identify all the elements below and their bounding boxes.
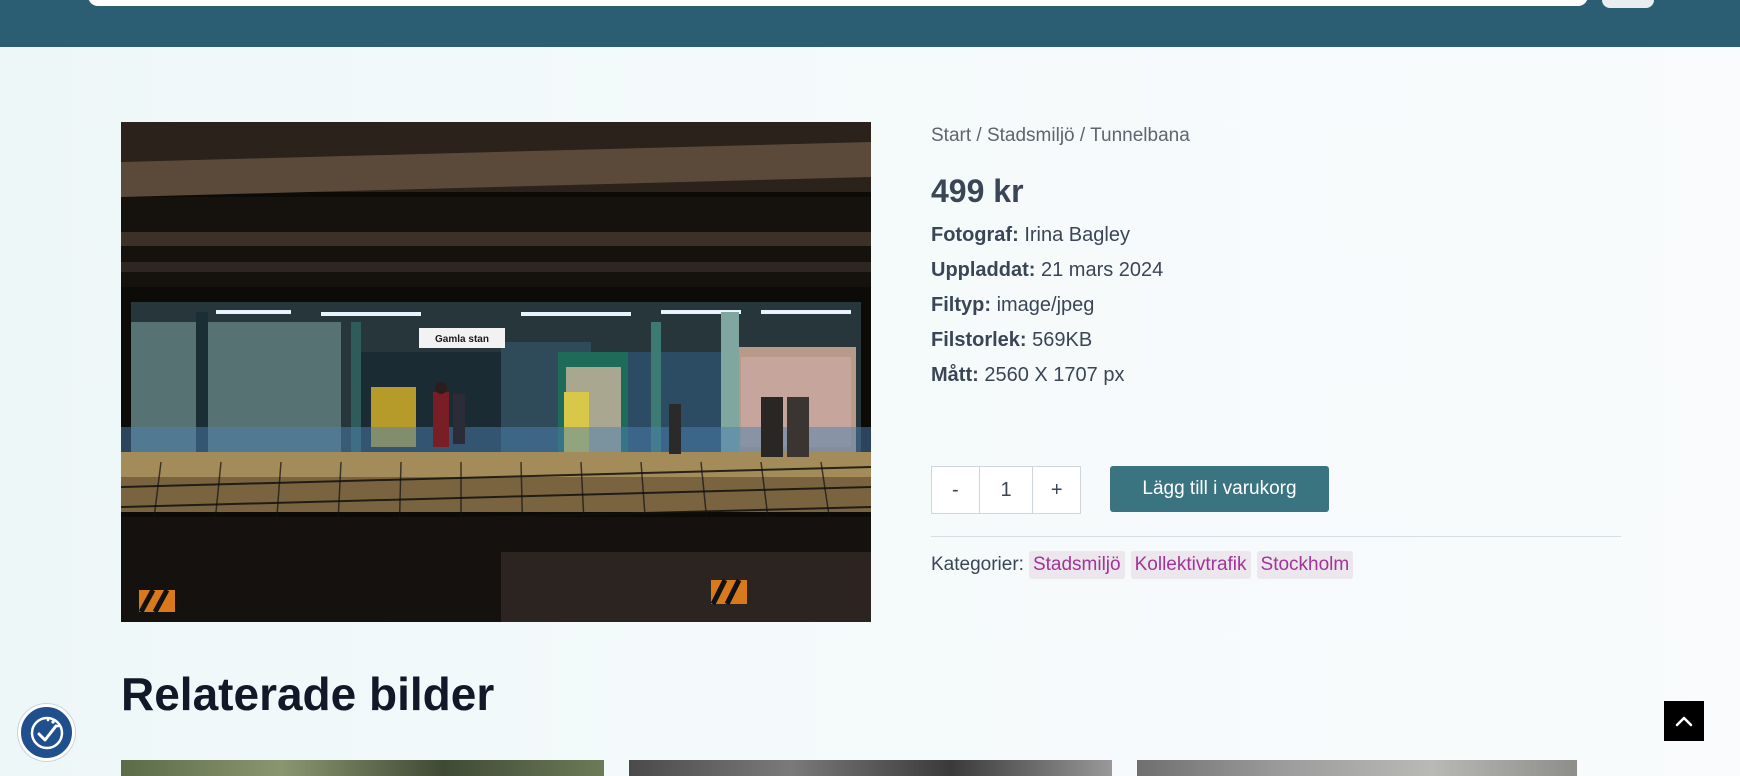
add-to-cart-button[interactable]: Lägg till i varukorg <box>1110 466 1329 512</box>
quantity-decrease-button[interactable]: - <box>932 467 979 513</box>
accessibility-button[interactable] <box>18 704 75 761</box>
related-images-title: Relaterade bilder <box>121 668 495 720</box>
quantity-input[interactable]: 1 <box>978 467 1034 513</box>
divider <box>931 536 1621 537</box>
quantity-stepper: - 1 + <box>931 466 1081 514</box>
product-info: Start / Stadsmiljö / Tunnelbana 499 kr F… <box>931 125 1621 393</box>
breadcrumb-tunnelbana: Tunnelbana <box>1090 125 1190 146</box>
related-image-thumbnail[interactable] <box>121 760 604 776</box>
meta-dimensions: Mått: 2560 X 1707 px <box>931 364 1125 386</box>
related-image-thumbnail[interactable] <box>629 760 1112 776</box>
meta-filesize: Filstorlek: 569KB <box>931 329 1093 351</box>
categories-label: Kategorier: <box>931 554 1024 575</box>
chevron-up-icon <box>1675 716 1693 727</box>
site-header <box>0 0 1740 47</box>
breadcrumb-stadsmiljo[interactable]: Stadsmiljö <box>987 125 1075 146</box>
breadcrumb-separator: / <box>1079 125 1086 146</box>
accessibility-icon <box>30 716 63 749</box>
category-tag-stockholm[interactable]: Stockholm <box>1256 551 1354 579</box>
category-tag-stadsmiljo[interactable]: Stadsmiljö <box>1028 551 1125 579</box>
breadcrumb-start[interactable]: Start <box>931 125 971 146</box>
search-input[interactable] <box>88 0 1588 6</box>
meta-photographer: Fotograf: Irina Bagley <box>931 224 1130 246</box>
product-price: 499 kr <box>931 173 1024 209</box>
product-image: Gamla stan <box>121 122 871 622</box>
product-meta: Fotograf: Irina Bagley Uppladdat: 21 mar… <box>931 218 1621 393</box>
search-button[interactable] <box>1602 0 1654 8</box>
scroll-to-top-button[interactable] <box>1664 701 1704 741</box>
categories: Kategorier: Stadsmiljö Kollektivtrafik S… <box>931 551 1359 579</box>
related-image-thumbnail[interactable] <box>1137 760 1577 776</box>
station-sign: Gamla stan <box>435 334 489 345</box>
breadcrumb-separator: / <box>976 125 982 146</box>
category-tag-kollektivtrafik[interactable]: Kollektivtrafik <box>1130 551 1251 579</box>
meta-filetype: Filtyp: image/jpeg <box>931 294 1095 316</box>
quantity-increase-button[interactable]: + <box>1033 467 1080 513</box>
breadcrumb: Start / Stadsmiljö / Tunnelbana <box>931 125 1621 153</box>
meta-uploaded: Uppladdat: 21 mars 2024 <box>931 259 1164 281</box>
